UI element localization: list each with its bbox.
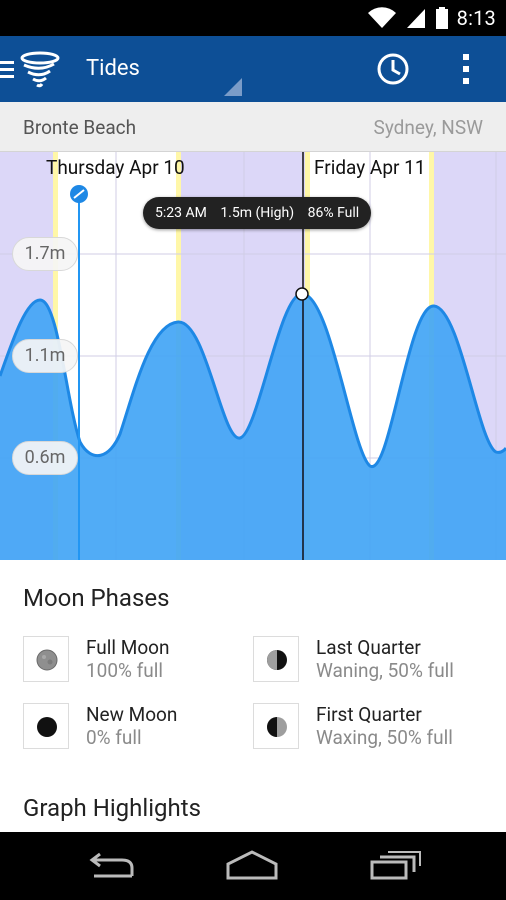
- moon-icon-box: [253, 703, 299, 749]
- hamburger-icon: [0, 61, 14, 78]
- home-icon[interactable]: [222, 848, 282, 884]
- moon-icon-box: [253, 636, 299, 682]
- app-bar: Tides: [0, 36, 506, 102]
- full-moon-icon: [36, 649, 58, 671]
- signal-icon: [406, 9, 425, 28]
- location-name: Bronte Beach: [23, 116, 137, 139]
- new-moon-icon: [37, 717, 57, 737]
- tooltip-height: 1.5m (High): [220, 205, 295, 221]
- moon-icon-box: [23, 636, 69, 682]
- overflow-menu-icon[interactable]: [461, 52, 471, 86]
- moon-phase-item: Full Moon 100% full: [23, 636, 263, 686]
- cursor-point: [295, 287, 309, 301]
- moon-phase-desc: 0% full: [86, 726, 142, 749]
- last-quarter-icon: [267, 650, 287, 670]
- day-label: Friday Apr 11: [314, 156, 426, 179]
- moon-phase-item: Last Quarter Waning, 50% full: [253, 636, 493, 686]
- moon-phase-desc: Waxing, 50% full: [316, 726, 453, 749]
- moon-phase-item: New Moon 0% full: [23, 703, 263, 753]
- spinner-triangle-icon: [224, 78, 242, 96]
- system-navigation-bar: [0, 832, 506, 900]
- moon-phase-name: First Quarter: [316, 703, 422, 726]
- moon-phases-title: Moon Phases: [23, 584, 170, 612]
- y-axis-label: 1.7m: [12, 237, 78, 271]
- recent-apps-icon[interactable]: [364, 848, 424, 884]
- y-axis-label: 1.1m: [12, 339, 78, 373]
- tide-tooltip: 5:23 AM 1.5m (High) 86% Full: [143, 197, 372, 229]
- moon-phase-name: Last Quarter: [316, 636, 421, 659]
- moon-icon-box: [23, 703, 69, 749]
- moon-phase-desc: 100% full: [86, 659, 163, 682]
- status-time: 8:13: [456, 6, 496, 30]
- back-icon[interactable]: [82, 848, 142, 884]
- graph-highlights-title: Graph Highlights: [23, 794, 201, 822]
- moon-phases-section: Moon Phases Full Moon 100% full Last Qua…: [0, 560, 506, 832]
- cyclone-logo-icon: [20, 51, 60, 88]
- battery-icon: [435, 7, 448, 29]
- location-region: Sydney, NSW: [373, 116, 483, 139]
- clock-icon[interactable]: [376, 52, 410, 86]
- wifi-icon: [367, 7, 396, 29]
- moon-phase-name: New Moon: [86, 703, 178, 726]
- day-label: Thursday Apr 10: [46, 156, 185, 179]
- moon-phase-item: First Quarter Waxing, 50% full: [253, 703, 493, 753]
- moon-phase-desc: Waning, 50% full: [316, 659, 454, 682]
- location-bar[interactable]: Bronte Beach Sydney, NSW: [0, 102, 506, 152]
- moon-phase-name: Full Moon: [86, 636, 170, 659]
- first-quarter-icon: [267, 717, 287, 737]
- status-bar: 8:13: [0, 0, 506, 36]
- tooltip-time: 5:23 AM: [155, 205, 207, 221]
- tide-chart[interactable]: Thursday Apr 10 Friday Apr 11 1.7m 1.1m …: [0, 152, 506, 560]
- y-axis-label: 0.6m: [12, 441, 78, 475]
- tooltip-moon: 86% Full: [307, 205, 360, 221]
- navigation-drawer-button[interactable]: [0, 48, 72, 92]
- app-title[interactable]: Tides: [86, 56, 140, 81]
